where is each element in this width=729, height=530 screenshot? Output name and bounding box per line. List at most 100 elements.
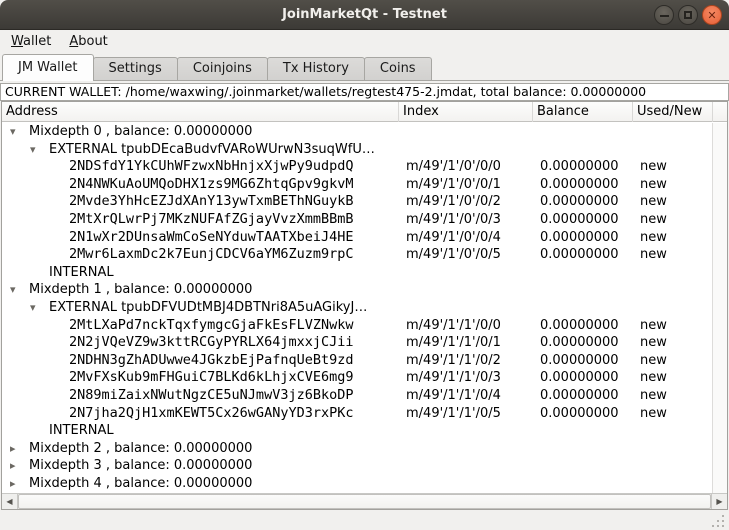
index-cell: m/49'/1'/0'/0/1 — [406, 176, 501, 194]
tree-row[interactable]: 2Mvde3YhHcEZJdXAnY13ywTxmBEThNGuykB m/49'… — [2, 193, 713, 211]
address-cell: 2Mwr6LaxmDc2k7EunjCDCV6aYM6Zuzm9rpC — [69, 246, 353, 264]
tree-header: Address Index Balance Used/New — [2, 102, 727, 122]
menubar: Wallet About — [0, 30, 729, 53]
balance-cell: 0.00000000 — [540, 369, 619, 387]
balance-cell: 0.00000000 — [540, 158, 619, 176]
expand-arrow-icon[interactable]: ▸ — [10, 475, 16, 493]
tab-bar: JM WalletSettingsCoinjoinsTx HistoryCoin… — [0, 53, 729, 81]
collapse-arrow-icon[interactable]: ▾ — [30, 299, 36, 317]
tree-row[interactable]: ▾EXTERNAL tpubDEcaBudvfVARoWUrwN3suqWfU… — [2, 141, 713, 159]
tree-row[interactable]: 2N1wXr2DUnsaWmCoSeNYduwTAATXbeiJ4HE m/49'… — [2, 229, 713, 247]
resize-grip-icon[interactable] — [711, 513, 725, 527]
minimize-icon — [660, 15, 669, 17]
status-cell: new — [640, 229, 667, 247]
menu-wallet[interactable]: Wallet — [2, 32, 60, 51]
wallet-tree: Address Index Balance Used/New ▾Mixdepth… — [1, 101, 728, 510]
balance-cell: 0.00000000 — [540, 211, 619, 229]
status-cell: new — [640, 176, 667, 194]
vertical-scrollbar[interactable] — [712, 123, 727, 493]
tree-row[interactable]: 2NDSfdY1YkCUhWFzwxNbHnjxXjwPy9udpdQm/49'… — [2, 158, 713, 176]
close-button[interactable]: ✕ — [702, 5, 722, 25]
app-window: JoinMarketQt - Testnet ✕ Wallet About JM… — [0, 0, 729, 530]
horizontal-scrollbar[interactable]: ◀ ▶ — [2, 493, 727, 509]
tree-row[interactable]: 2MvFXsKub9mFHGuiC7BLKd6kLhjxCVE6mg9m/49'… — [2, 369, 713, 387]
tab-jm-wallet[interactable]: JM Wallet — [2, 54, 94, 81]
address-cell: 2NDSfdY1YkCUhWFzwxNbHnjxXjwPy9udpdQ — [69, 158, 353, 176]
tree-row[interactable]: ▾ EXTERNAL tpubDFVUDtMBJ4DBTNri8A5uAGikyJ… — [2, 299, 713, 317]
row-label: INTERNAL — [49, 422, 114, 440]
address-cell: 2N1wXr2DUnsaWmCoSeNYduwTAATXbeiJ4HE — [69, 229, 353, 247]
balance-cell: 0.00000000 — [540, 405, 619, 423]
status-cell: new — [640, 369, 667, 387]
maximize-button[interactable] — [678, 5, 698, 25]
close-icon: ✕ — [707, 10, 716, 21]
column-header-index[interactable]: Index — [399, 102, 533, 122]
tree-body: ▾Mixdepth 0 , balance: 0.00000000▾EXTERN… — [2, 123, 713, 493]
row-label: Mixdepth 1 , balance: 0.00000000 — [29, 281, 252, 299]
address-cell: 2Mvde3YhHcEZJdXAnY13ywTxmBEThNGuykB — [69, 193, 353, 211]
column-header-used-new[interactable]: Used/New — [633, 102, 713, 122]
row-label: EXTERNAL tpubDFVUDtMBJ4DBTNri8A5uAGikyJ… — [49, 299, 367, 317]
tree-row[interactable]: 2MtLXaPd7nckTqxfymgcGjaFkEsFLVZNwkwm/49'… — [2, 317, 713, 335]
index-cell: m/49'/1'/1'/0/5 — [406, 405, 501, 423]
tab-settings[interactable]: Settings — [93, 57, 178, 80]
row-label: INTERNAL — [49, 264, 114, 282]
scroll-right-arrow-icon[interactable]: ▶ — [711, 494, 727, 509]
window-title: JoinMarketQt - Testnet — [0, 0, 729, 30]
status-cell: new — [640, 352, 667, 370]
index-cell: m/49'/1'/0'/0/4 — [406, 229, 501, 247]
minimize-button[interactable] — [654, 5, 674, 25]
index-cell: m/49'/1'/0'/0/2 — [406, 193, 501, 211]
current-wallet-banner: CURRENT WALLET: /home/waxwing/.joinmarke… — [0, 83, 729, 101]
horizontal-scroll-thumb[interactable] — [18, 494, 711, 509]
balance-cell: 0.00000000 — [540, 334, 619, 352]
row-label: Mixdepth 3 , balance: 0.00000000 — [29, 457, 252, 475]
index-cell: m/49'/1'/1'/0/2 — [406, 352, 501, 370]
tree-row[interactable]: INTERNAL — [2, 422, 713, 440]
tree-row[interactable]: INTERNAL — [2, 264, 713, 282]
tree-row[interactable]: 2N7jha2QjH1xmKEWT5Cx26wGANyYD3rxPKc m/49'… — [2, 405, 713, 423]
index-cell: m/49'/1'/1'/0/4 — [406, 387, 501, 405]
tree-row[interactable]: ▸ Mixdepth 3 , balance: 0.00000000 — [2, 457, 713, 475]
tree-row[interactable]: ▸Mixdepth 2 , balance: 0.00000000 — [2, 440, 713, 458]
balance-cell: 0.00000000 — [540, 387, 619, 405]
row-label: Mixdepth 4 , balance: 0.00000000 — [29, 475, 252, 493]
tree-row[interactable]: 2N89miZaixNWutNgzCE5uNJmwV3jz6BkoDP m/49'… — [2, 387, 713, 405]
horizontal-scroll-track[interactable] — [18, 494, 711, 509]
tab-coinjoins[interactable]: Coinjoins — [177, 57, 268, 80]
collapse-arrow-icon[interactable]: ▾ — [30, 141, 36, 159]
row-label: Mixdepth 0 , balance: 0.00000000 — [29, 123, 252, 141]
expand-arrow-icon[interactable]: ▸ — [10, 457, 16, 475]
tree-row[interactable]: ▸ Mixdepth 4 , balance: 0.00000000 — [2, 475, 713, 493]
tab-tx-history[interactable]: Tx History — [267, 57, 365, 80]
address-cell: 2MvFXsKub9mFHGuiC7BLKd6kLhjxCVE6mg9 — [69, 369, 353, 387]
tree-row[interactable]: 2N2jVQeVZ9w3kttRCGyPYRLX64jmxxjCJiim/49'… — [2, 334, 713, 352]
column-header-balance[interactable]: Balance — [533, 102, 633, 122]
titlebar[interactable]: JoinMarketQt - Testnet ✕ — [0, 0, 729, 30]
index-cell: m/49'/1'/1'/0/0 — [406, 317, 501, 335]
address-cell: 2N7jha2QjH1xmKEWT5Cx26wGANyYD3rxPKc — [69, 405, 353, 423]
menu-about[interactable]: About — [60, 32, 116, 51]
tree-row[interactable]: 2MtXrQLwrPj7MKzNUFAfZGjayVvzXmmBBmBm/49'… — [2, 211, 713, 229]
tree-row[interactable]: ▾ Mixdepth 0 , balance: 0.00000000 — [2, 123, 713, 141]
index-cell: m/49'/1'/0'/0/5 — [406, 246, 501, 264]
balance-cell: 0.00000000 — [540, 317, 619, 335]
collapse-arrow-icon[interactable]: ▾ — [10, 281, 16, 299]
tree-row[interactable]: 2N4NWKuAoUMQoDHX1zs9MG6ZhtqGpv9gkvMm/49'… — [2, 176, 713, 194]
window-controls: ✕ — [654, 5, 722, 25]
address-cell: 2N89miZaixNWutNgzCE5uNJmwV3jz6BkoDP — [69, 387, 353, 405]
tree-row[interactable]: ▾ Mixdepth 1 , balance: 0.00000000 — [2, 281, 713, 299]
balance-cell: 0.00000000 — [540, 229, 619, 247]
tab-coins[interactable]: Coins — [364, 57, 432, 80]
status-cell: new — [640, 246, 667, 264]
column-header-address[interactable]: Address — [2, 102, 399, 122]
tree-row[interactable]: 2NDHN3gZhADUwwe4JGkzbEjPafnqUeBt9zdm/49'… — [2, 352, 713, 370]
expand-arrow-icon[interactable]: ▸ — [10, 440, 16, 458]
status-cell: new — [640, 193, 667, 211]
collapse-arrow-icon[interactable]: ▾ — [10, 123, 16, 141]
tree-row[interactable]: 2Mwr6LaxmDc2k7EunjCDCV6aYM6Zuzm9rpC m/49'… — [2, 246, 713, 264]
index-cell: m/49'/1'/1'/0/1 — [406, 334, 501, 352]
scroll-left-arrow-icon[interactable]: ◀ — [2, 494, 18, 509]
maximize-icon — [684, 11, 692, 19]
status-cell: new — [640, 158, 667, 176]
